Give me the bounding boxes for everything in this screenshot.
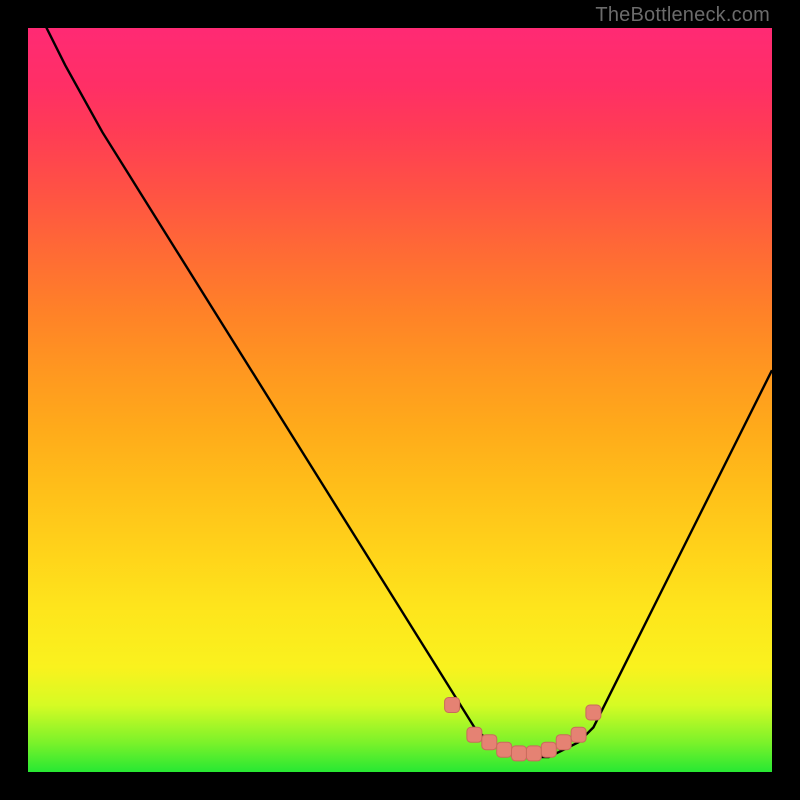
trough-marker — [556, 735, 571, 750]
trough-markers — [445, 698, 601, 761]
trough-marker — [571, 727, 586, 742]
trough-marker — [445, 698, 460, 713]
plot-area — [28, 28, 772, 772]
bottleneck-curve — [28, 28, 772, 757]
trough-marker — [586, 705, 601, 720]
trough-marker — [497, 742, 512, 757]
trough-marker — [467, 727, 482, 742]
chart-stage: TheBottleneck.com — [0, 0, 800, 800]
trough-marker — [482, 735, 497, 750]
watermark-text: TheBottleneck.com — [595, 4, 770, 27]
curve-layer — [28, 28, 772, 772]
trough-marker — [541, 742, 556, 757]
trough-marker — [512, 746, 527, 761]
trough-marker — [526, 746, 541, 761]
